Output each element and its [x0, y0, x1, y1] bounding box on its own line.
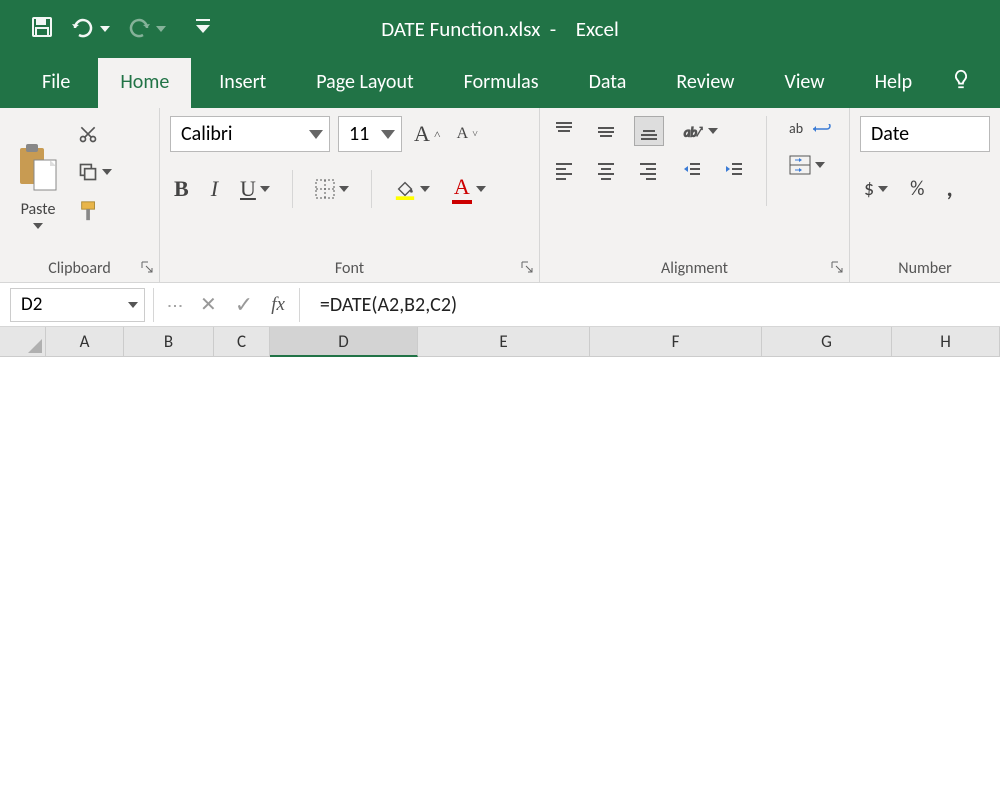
svg-text:ab: ab — [684, 126, 698, 141]
app-name: Excel — [576, 16, 619, 42]
title-bar: DATE Function.xlsx - Excel — [0, 0, 1000, 58]
fx-button[interactable]: fx — [271, 294, 285, 316]
wrap-text-button[interactable]: ab — [785, 116, 837, 141]
font-size-dropdown[interactable]: 11 — [338, 116, 402, 152]
format-painter-icon[interactable] — [74, 196, 116, 226]
font-name-dropdown[interactable]: Calibri — [170, 116, 330, 152]
file-name: DATE Function.xlsx — [381, 16, 540, 42]
increase-indent-icon[interactable] — [720, 156, 748, 184]
group-clipboard: Paste Clipboard — [0, 108, 160, 282]
cancel-formula-icon[interactable]: ✕ — [200, 292, 217, 317]
window-title: DATE Function.xlsx - Excel — [381, 16, 619, 42]
alignment-launcher-icon[interactable] — [831, 259, 843, 278]
col-header-D[interactable]: D — [270, 327, 418, 357]
name-box[interactable]: D2 — [10, 288, 145, 322]
fill-color-button[interactable] — [390, 174, 434, 204]
col-header-G[interactable]: G — [762, 327, 892, 357]
align-center-icon[interactable] — [592, 156, 620, 184]
tell-me-icon[interactable] — [940, 56, 982, 108]
paste-label: Paste — [21, 200, 56, 219]
tab-view[interactable]: View — [762, 58, 846, 108]
copy-icon[interactable] — [74, 158, 116, 186]
tab-file[interactable]: File — [20, 58, 92, 108]
name-box-value: D2 — [21, 293, 42, 316]
orientation-icon[interactable]: ab — [678, 116, 722, 146]
underline-button[interactable]: U — [236, 172, 274, 206]
col-header-C[interactable]: C — [214, 327, 270, 357]
align-bottom-icon[interactable] — [634, 116, 664, 146]
ribbon: Paste Clipboard Calibri 11 A˄ — [0, 108, 1000, 283]
number-group-label: Number — [898, 259, 951, 278]
quick-access-toolbar — [10, 15, 210, 44]
paste-button[interactable]: Paste — [10, 116, 66, 255]
percent-button[interactable]: % — [906, 173, 928, 205]
undo-icon[interactable] — [70, 18, 110, 40]
ribbon-tabs: File Home Insert Page Layout Formulas Da… — [0, 58, 1000, 108]
italic-button[interactable]: I — [207, 172, 222, 206]
select-all-cell[interactable] — [0, 327, 46, 357]
redo-icon — [126, 18, 166, 40]
font-name-value: Calibri — [181, 122, 233, 146]
borders-button[interactable] — [311, 175, 353, 203]
increase-font-icon[interactable]: A˄ — [410, 117, 445, 151]
align-top-icon[interactable] — [550, 117, 578, 145]
spreadsheet-grid: ABCDEFGH1YearMonthDayResult220204174/17/… — [0, 327, 1000, 363]
tab-home[interactable]: Home — [98, 58, 191, 108]
tab-formulas[interactable]: Formulas — [442, 58, 561, 108]
formula-input[interactable]: =DATE(A2,B2,C2) — [300, 293, 1000, 317]
enter-formula-icon[interactable]: ✓ — [235, 291, 253, 318]
clipboard-launcher-icon[interactable] — [141, 259, 153, 278]
col-header-F[interactable]: F — [590, 327, 762, 357]
font-group-label: Font — [335, 259, 364, 278]
col-header-B[interactable]: B — [124, 327, 214, 357]
group-font: Calibri 11 A˄ A˅ B I U A Font — [160, 108, 540, 282]
decrease-indent-icon[interactable] — [678, 156, 706, 184]
align-left-icon[interactable] — [550, 156, 578, 184]
col-header-E[interactable]: E — [418, 327, 590, 357]
bold-button[interactable]: B — [170, 172, 193, 206]
comma-button[interactable]: , — [942, 170, 956, 207]
group-alignment: ab ab Alignment — [540, 108, 850, 282]
clipboard-group-label: Clipboard — [48, 259, 111, 278]
font-launcher-icon[interactable] — [521, 259, 533, 278]
group-number: Date $ % , Number — [850, 108, 1000, 282]
currency-button[interactable]: $ — [860, 173, 892, 205]
align-right-icon[interactable] — [634, 156, 662, 184]
align-middle-icon[interactable] — [592, 117, 620, 145]
font-color-button[interactable]: A — [448, 170, 490, 208]
tab-review[interactable]: Review — [654, 58, 756, 108]
expand-formula-icon[interactable]: ⋮ — [165, 298, 185, 312]
col-header-A[interactable]: A — [46, 327, 124, 357]
number-format-dropdown[interactable]: Date — [860, 116, 990, 152]
decrease-font-icon[interactable]: A˅ — [453, 121, 482, 147]
number-format-value: Date — [871, 122, 909, 146]
formula-bar: D2 ⋮ ✕ ✓ fx =DATE(A2,B2,C2) — [0, 283, 1000, 327]
tab-page-layout[interactable]: Page Layout — [294, 58, 435, 108]
font-size-value: 11 — [349, 122, 369, 146]
tab-insert[interactable]: Insert — [197, 58, 288, 108]
save-icon[interactable] — [30, 15, 54, 44]
tab-help[interactable]: Help — [853, 58, 935, 108]
cut-icon[interactable] — [74, 120, 116, 148]
tab-data[interactable]: Data — [567, 58, 649, 108]
alignment-group-label: Alignment — [661, 259, 728, 278]
qat-customize-icon[interactable] — [196, 19, 210, 40]
merge-button[interactable] — [785, 151, 837, 179]
col-header-H[interactable]: H — [892, 327, 1000, 357]
